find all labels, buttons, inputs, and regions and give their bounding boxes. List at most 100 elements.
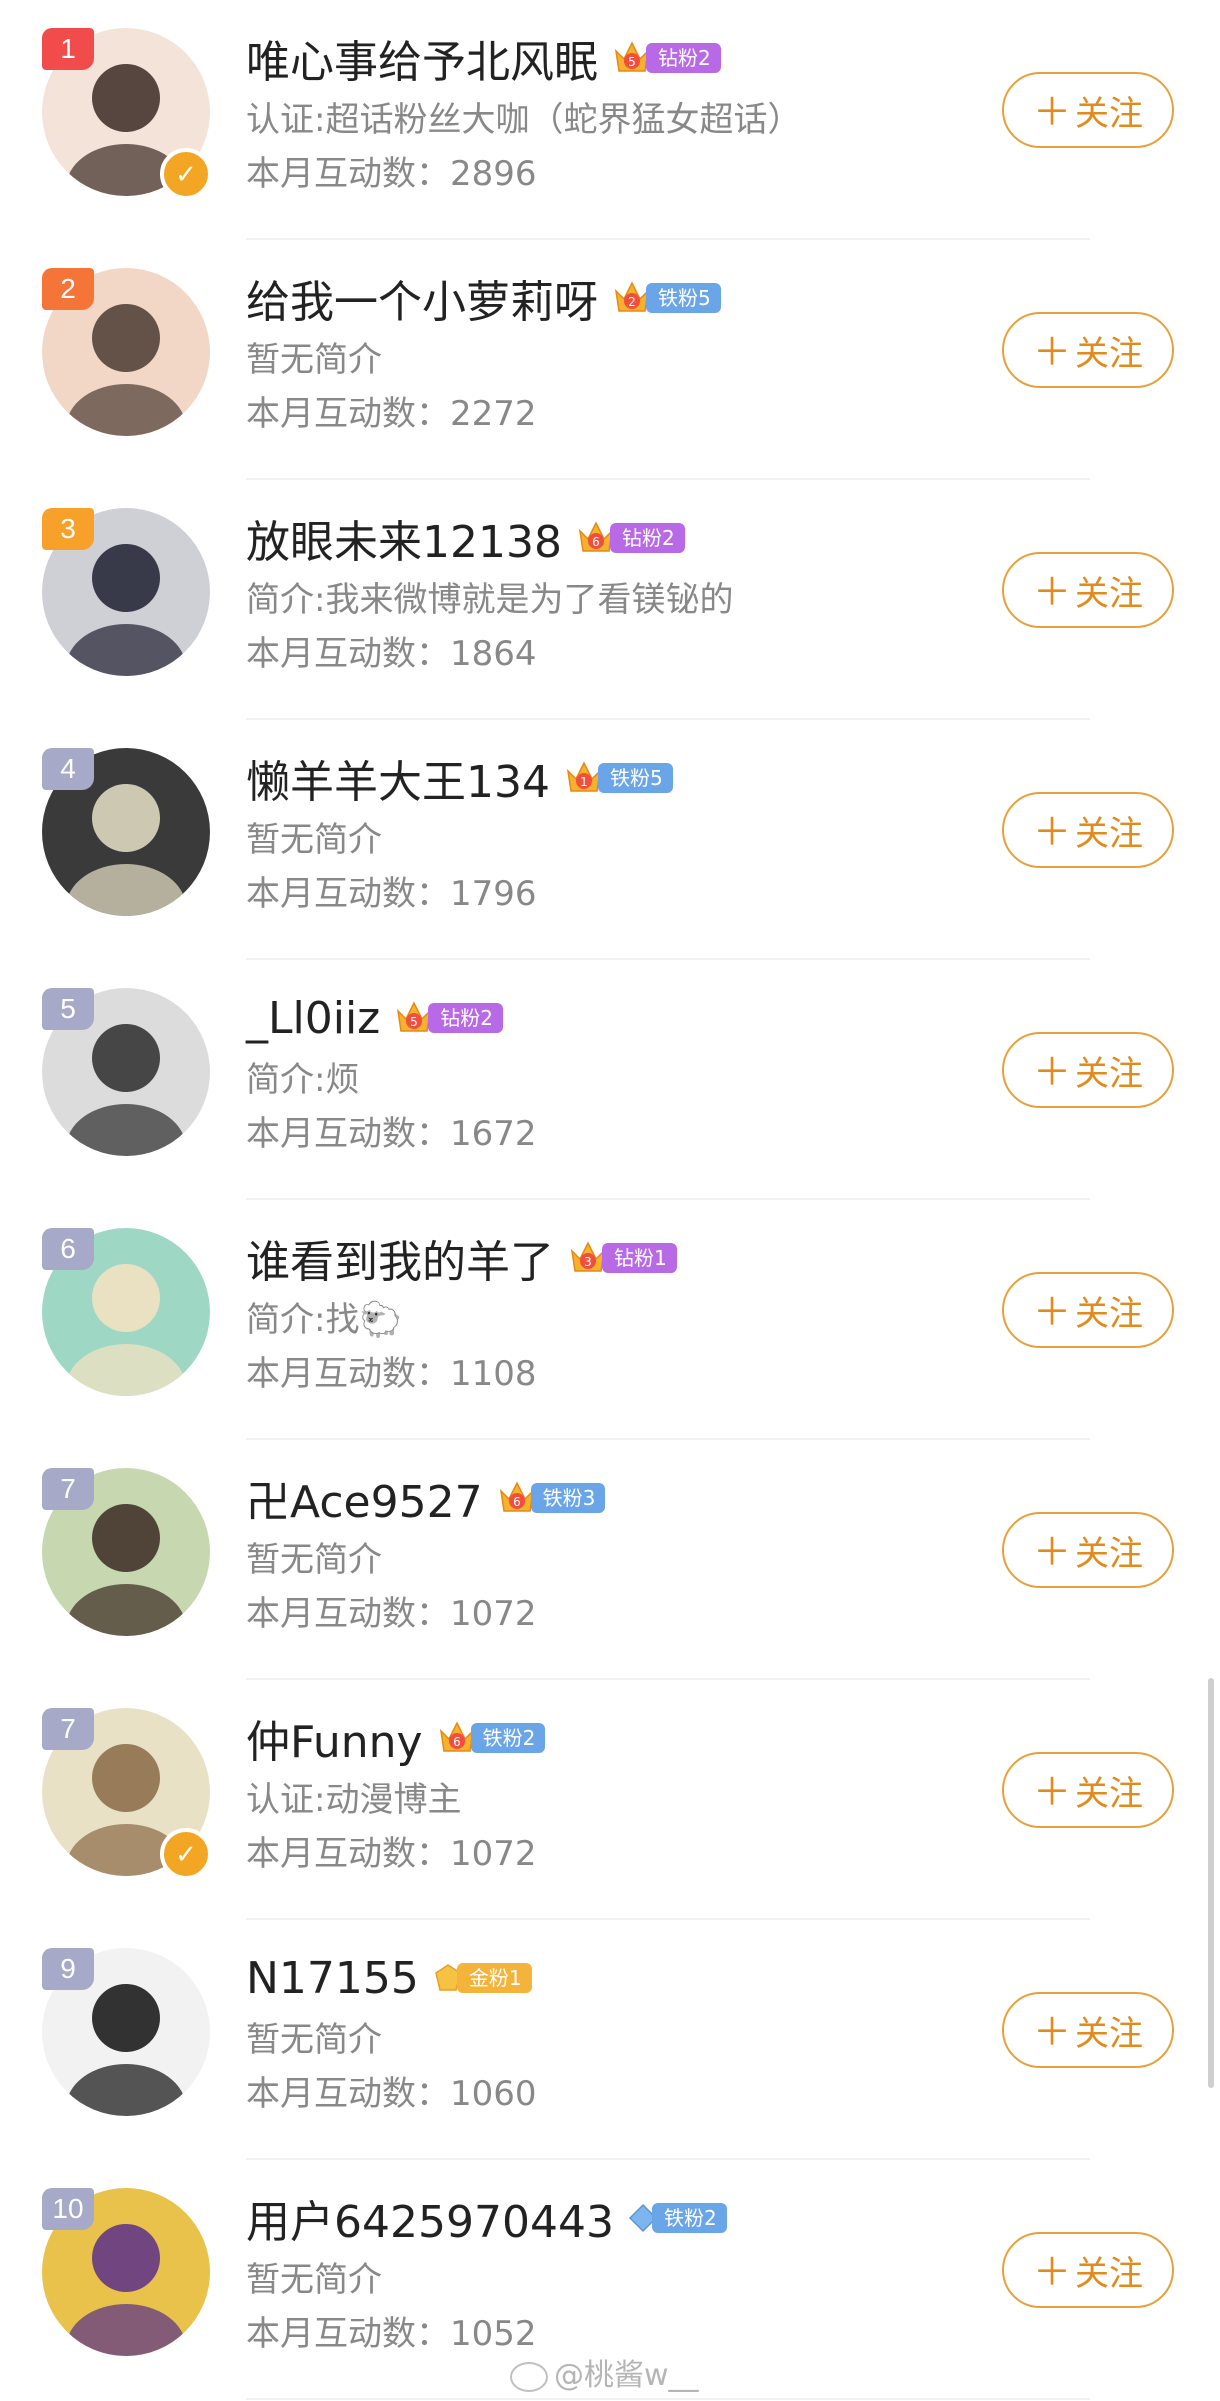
fan-level-badge: 1 铁粉5 [564, 759, 673, 797]
ranking-row[interactable]: 2 给我一个小萝莉呀 2 铁粉5 暂无简介 本月互动数：2272 ＋关注 [0, 240, 1220, 480]
follow-label: 关注 [1075, 1054, 1143, 1094]
user-description: 暂无简介 [246, 2020, 382, 2060]
fan-level-label: 钻粉2 [646, 43, 721, 73]
plus-icon: ＋ [1032, 330, 1071, 374]
interaction-count: 本月互动数：2896 [246, 154, 537, 194]
svg-text:6: 6 [592, 535, 600, 549]
follow-label: 关注 [1075, 1534, 1143, 1574]
rank-number: 5 [60, 993, 76, 1024]
rank-number: 7 [60, 1473, 76, 1504]
user-name[interactable]: 用户6425970443 [246, 2186, 614, 2250]
plus-icon: ＋ [1032, 810, 1071, 854]
ranking-row[interactable]: 9 N17155 金粉1 暂无简介本月互动数：1060 ＋关注 [0, 1920, 1220, 2160]
follow-button[interactable]: ＋关注 [1002, 1272, 1174, 1348]
follow-button[interactable]: ＋关注 [1002, 1032, 1174, 1108]
ranking-row[interactable]: 1 ✓ 唯心事给予北风眠 5 钻粉2 认证:超话粉丝大咖（蛇界猛女超话） 本月互动数：289… [0, 0, 1220, 240]
rank-badge: 3 [42, 508, 94, 550]
scrollbar[interactable] [1208, 1678, 1214, 2088]
follow-label: 关注 [1075, 574, 1143, 614]
interaction-count: 本月互动数：1060 [246, 2074, 537, 2114]
follow-button[interactable]: ＋关注 [1002, 552, 1174, 628]
ranking-row[interactable]: 3 放眼未来12138 6 钻粉2 简介:我来微博就是为了看镁铋的 本月互动数：1864 ＋… [0, 480, 1220, 720]
follow-button[interactable]: ＋关注 [1002, 1752, 1174, 1828]
name-line: N17155 金粉1 [246, 1948, 532, 2008]
user-description: 简介:找🐑 [246, 1300, 402, 1340]
rank-number: 4 [60, 753, 76, 784]
user-name[interactable]: 给我一个小萝莉呀 [246, 266, 598, 330]
fan-level-label: 钻粉2 [609, 523, 685, 553]
name-line: 谁看到我的羊了 3 钻粉1 [246, 1228, 677, 1288]
interaction-count: 本月互动数：1796 [246, 874, 537, 914]
svg-text:2: 2 [628, 295, 636, 309]
verified-icon: ✓ [160, 148, 212, 200]
user-description: 暂无简介 [246, 1540, 382, 1580]
follow-label: 关注 [1075, 2014, 1143, 2054]
verified-icon: ✓ [160, 1828, 212, 1880]
plus-icon: ＋ [1032, 1770, 1071, 1814]
user-name[interactable]: 卍Ace9527 [246, 1466, 483, 1530]
user-description: 暂无简介 [246, 2260, 382, 2300]
fan-level-label: 钻粉1 [602, 1243, 677, 1273]
name-line: 仲Funny 6 铁粉2 [246, 1706, 546, 1770]
svg-text:6: 6 [513, 1495, 521, 1509]
rank-badge: 5 [42, 988, 94, 1030]
svg-text:5: 5 [628, 55, 636, 69]
weibo-logo-icon [510, 2361, 548, 2392]
fan-level-badge: 铁粉2 [628, 2203, 727, 2233]
follow-button[interactable]: ＋关注 [1002, 1992, 1174, 2068]
rank-number: 9 [60, 1953, 76, 1984]
rank-number: 3 [60, 513, 76, 544]
fan-level-badge: 3 钻粉1 [568, 1239, 677, 1277]
fan-level-badge: 5 钻粉2 [394, 999, 504, 1037]
name-line: 卍Ace9527 6 铁粉3 [246, 1466, 606, 1530]
rank-badge: 9 [42, 1948, 94, 1990]
divider [246, 2398, 1090, 2400]
rank-badge: 1 [42, 28, 94, 70]
fan-level-label: 铁粉2 [651, 2203, 727, 2233]
follow-button[interactable]: ＋关注 [1002, 1512, 1174, 1588]
ranking-row[interactable]: 4 懒羊羊大王134 1 铁粉5 暂无简介 本月互动数：1796 ＋关注 [0, 720, 1220, 960]
plus-icon: ＋ [1032, 2250, 1071, 2294]
follow-button[interactable]: ＋关注 [1002, 312, 1174, 388]
svg-text:1: 1 [580, 775, 588, 789]
svg-text:3: 3 [584, 1255, 592, 1269]
plus-icon: ＋ [1032, 570, 1071, 614]
rank-badge: 4 [42, 748, 94, 790]
follow-button[interactable]: ＋关注 [1002, 2232, 1174, 2308]
follow-button[interactable]: ＋关注 [1002, 72, 1174, 148]
interaction-count: 本月互动数：1072 [246, 1834, 537, 1874]
ranking-row[interactable]: 5 _Ll0iiz 5 钻粉2 简介:烦 本月互动数：1672 ＋关注 [0, 960, 1220, 1200]
fan-level-label: 钻粉2 [428, 1003, 504, 1033]
user-name[interactable]: 懒羊羊大王134 [246, 746, 550, 810]
plus-icon: ＋ [1032, 1290, 1071, 1334]
follow-label: 关注 [1075, 334, 1143, 374]
follow-button[interactable]: ＋关注 [1002, 792, 1174, 868]
user-description: 暂无简介 [246, 340, 382, 380]
plus-icon: ＋ [1032, 1050, 1071, 1094]
name-line: _Ll0iiz 5 钻粉2 [246, 988, 504, 1048]
user-name[interactable]: N17155 [246, 1953, 419, 2004]
interaction-count: 本月互动数：1072 [246, 1594, 537, 1634]
interaction-count: 本月互动数：1864 [246, 634, 537, 674]
watermark-text: @桃酱w__ [554, 2358, 699, 2393]
ranking-row[interactable]: 7 ✓ 仲Funny 6 铁粉2 认证:动漫博主 本月互动数：1072 ＋关注 [0, 1680, 1220, 1920]
user-name[interactable]: 放眼未来12138 [246, 506, 562, 570]
svg-text:5: 5 [410, 1015, 418, 1029]
ranking-row[interactable]: 6 谁看到我的羊了 3 钻粉1 简介:找🐑 本月互动数：1108 ＋关注 [0, 1200, 1220, 1440]
fan-level-badge: 6 铁粉2 [437, 1719, 546, 1757]
ranking-row[interactable]: 7 卍Ace9527 6 铁粉3 暂无简介 本月互动数：1072 ＋关注 [0, 1440, 1220, 1680]
fan-level-label: 铁粉5 [646, 283, 721, 313]
plus-icon: ＋ [1032, 90, 1071, 134]
user-name[interactable]: 谁看到我的羊了 [246, 1226, 554, 1290]
rank-badge: 7 [42, 1468, 94, 1510]
user-name[interactable]: _Ll0iiz [246, 993, 380, 1044]
follow-label: 关注 [1075, 2254, 1143, 2294]
rank-badge: 2 [42, 268, 94, 310]
user-description: 认证:动漫博主 [246, 1780, 462, 1820]
user-name[interactable]: 唯心事给予北风眠 [246, 26, 598, 90]
user-name[interactable]: 仲Funny [246, 1706, 423, 1770]
plus-icon: ＋ [1032, 1530, 1071, 1574]
plus-icon: ＋ [1032, 2010, 1071, 2054]
rank-number: 10 [52, 2193, 84, 2224]
follow-label: 关注 [1075, 1294, 1143, 1334]
